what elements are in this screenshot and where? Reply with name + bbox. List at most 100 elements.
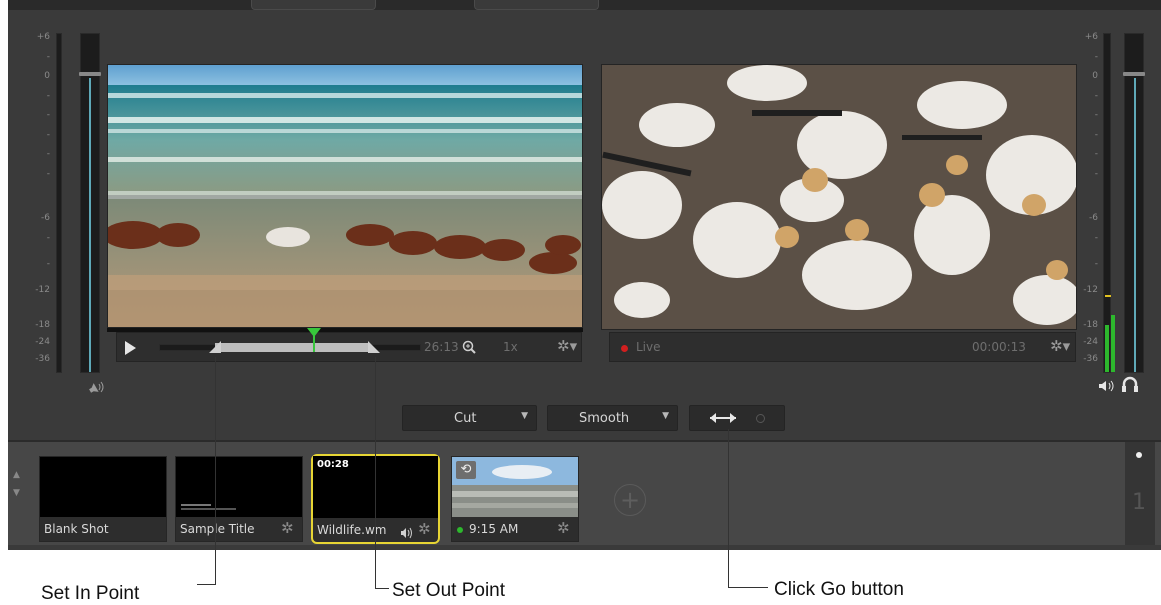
meter-tick-label: - [46,169,50,179]
top-button-left[interactable] [251,0,376,10]
meter-tick-label: - [46,91,50,101]
meter-tick-label: 0 [44,71,50,81]
meter-tick-label: -24 [1083,337,1098,347]
meter-tick-label: - [1094,91,1098,101]
meter-tick-label: - [1094,52,1098,62]
shot-bin: ▲ ▼ Blank Shot Sample Title ✲ 00:28 Wild… [8,440,1161,545]
shot-thumbnail [176,457,302,517]
meter-tick-label: - [1094,130,1098,140]
preview-timecode: 26:13 [424,340,459,354]
in-point-handle[interactable] [209,341,221,353]
meter-tick-label: -12 [1083,285,1098,295]
meter-tick-label: - [46,130,50,140]
chevron-down-icon: ▼ [662,411,669,421]
right-speaker-icon[interactable] [1098,378,1116,392]
left-speaker-icon[interactable] [87,379,107,395]
meter-tick-label: - [46,110,50,120]
add-shot-button[interactable]: + [614,484,646,516]
meter-tick-label: - [1094,259,1098,269]
go-button[interactable] [689,405,785,431]
status-dot [457,527,463,533]
program-timecode: 00:00:13 [972,340,1026,354]
set-in-leader-horizontal [197,584,216,585]
play-icon[interactable] [125,341,136,355]
cut-label: Cut [454,411,477,426]
live-indicator-dot [621,345,628,352]
shot-thumbnail: ⟲ [452,457,578,517]
swap-arrows-icon [710,413,736,423]
meter-tick-label: 0 [1092,71,1098,81]
meter-tick-label: -6 [1089,213,1098,223]
left-volume-slider[interactable] [79,72,101,76]
chevron-down-icon: ▼ [521,411,528,421]
right-meter-level [1134,78,1136,372]
preview-settings-gear-icon[interactable]: ✲▾ [557,337,577,355]
zoom-icon[interactable] [462,339,476,354]
meter-tick-label: -6 [41,213,50,223]
set-in-leader-vertical [215,357,216,584]
meter-tick-label: -18 [35,320,50,330]
meter-tick-label: - [1094,149,1098,159]
top-button-right[interactable] [474,0,599,10]
smooth-label: Smooth [579,411,630,426]
in-out-range [215,343,368,352]
preview-controls: 26:13 1x ✲▾ [116,328,582,362]
meter-tick-label: -36 [35,354,50,364]
meter-tick-label: +6 [36,32,50,42]
meter-tick-label: -12 [35,285,50,295]
speed-value[interactable]: 1x [503,340,518,354]
program-video-frame [602,65,1076,329]
shot-sample-title[interactable]: Sample Title ✲ [175,456,303,542]
bin-scroll-up-icon[interactable]: ▲ [13,470,20,480]
preview-monitor [107,64,583,328]
meter-tick-label: +6 [1084,32,1098,42]
right-volume-slider[interactable] [1123,72,1145,76]
gear-icon[interactable]: ✲ [557,519,570,537]
meter-tick-label: - [46,149,50,159]
go-leader-horizontal [728,587,768,588]
transition-select-cut[interactable]: Cut ▼ [402,405,537,431]
meter-tick-label: - [1094,110,1098,120]
layer-panel: 1 [1125,442,1155,545]
gear-icon[interactable]: ✲ [281,519,294,537]
meter-tick-label: -36 [1083,354,1098,364]
speaker-icon[interactable] [400,524,414,539]
gear-icon[interactable]: ✲ [418,520,431,538]
right-meter-bar-1 [1103,33,1111,373]
shot-label: Blank Shot [44,522,109,536]
bin-scroll-down-icon[interactable]: ▼ [13,488,20,498]
right-meter-peak [1105,295,1111,297]
program-settings-gear-icon[interactable]: ✲▾ [1050,337,1070,355]
headphones-icon[interactable] [1121,376,1139,392]
app-window: +6 - 0 - - - - - -6 - - -12 -18 -24 -36 +6 - 0 - - - - - -6 - - -… [8,0,1161,550]
shot-label: Sample Title [180,522,255,536]
left-meter-bar-1 [56,33,62,373]
meter-tick-label: - [46,259,50,269]
refresh-icon[interactable]: ⟲ [456,461,476,479]
out-point-handle[interactable] [368,341,380,353]
set-out-point-annotation: Set Out Point [392,580,506,601]
meter-tick-label: - [46,233,50,243]
program-monitor [601,64,1077,330]
go-leader-vertical [728,429,729,587]
shot-webcam[interactable]: ⟲ 9:15 AM ✲ [451,456,579,542]
right-meter-green-1 [1105,325,1109,372]
meter-tick-label: -18 [1083,320,1098,330]
click-go-annotation: Click Go button [774,579,904,600]
meter-tick-label: - [1094,169,1098,179]
live-label: Live [636,340,661,354]
shot-duration: 00:28 [317,459,349,470]
shot-label: Wildlife.wm [317,523,387,537]
playhead-line [313,335,315,352]
set-out-leader-horizontal [375,588,389,589]
shot-thumbnail [40,457,166,517]
right-meter-green-2 [1111,315,1115,372]
preview-video-frame [108,65,582,327]
program-controls: Live 00:00:13 ✲▾ [609,332,1076,362]
meter-tick-label: - [1094,233,1098,243]
set-in-point-annotation: Set In Point [41,583,140,604]
transition-select-smooth[interactable]: Smooth ▼ [547,405,678,431]
set-out-leader-vertical [375,357,376,588]
shot-label: 9:15 AM [469,522,519,536]
shot-blank[interactable]: Blank Shot [39,456,167,542]
